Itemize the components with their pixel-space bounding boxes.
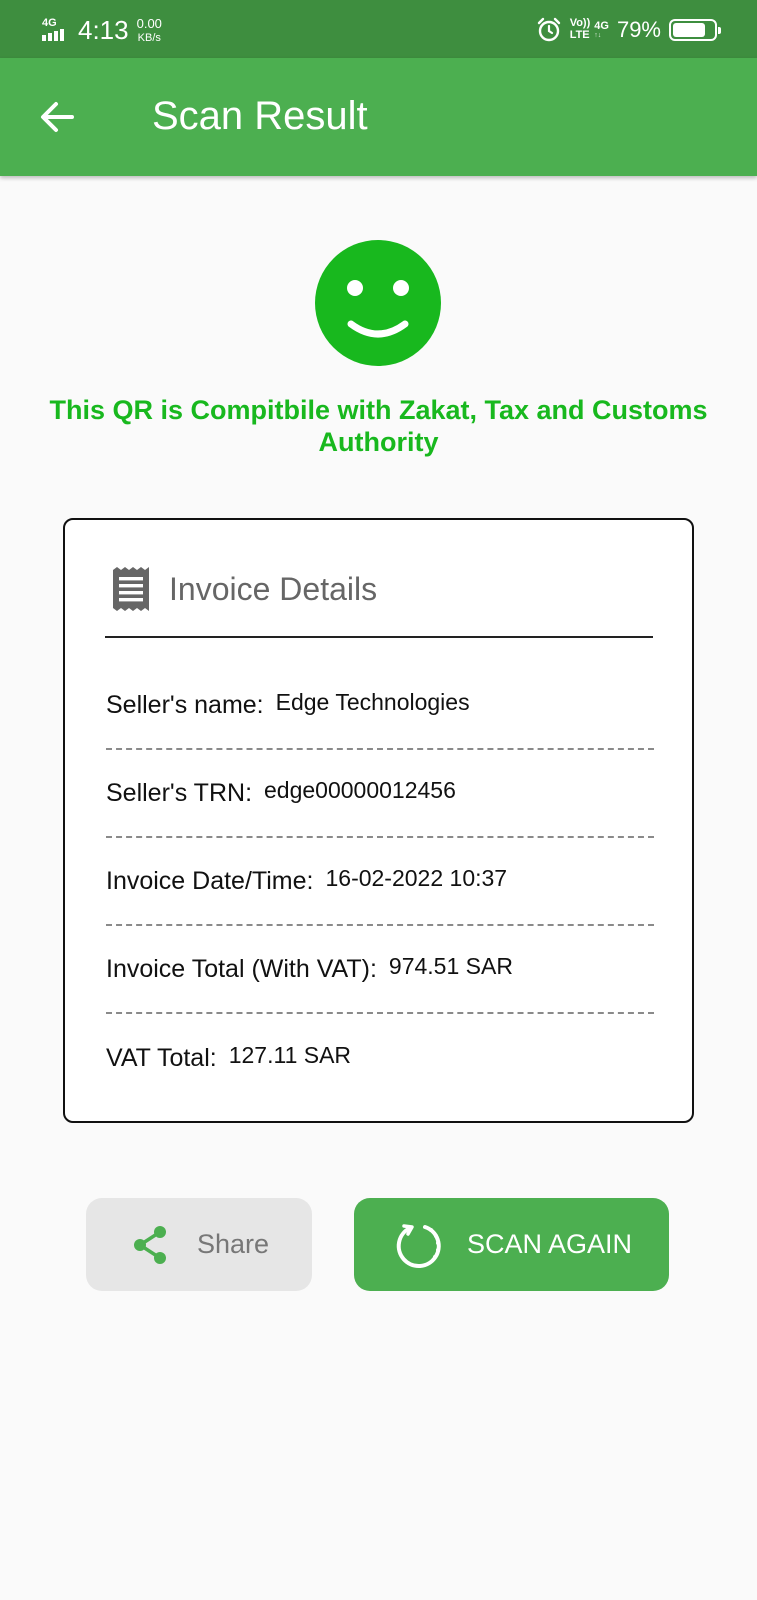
receipt-icon [113,567,149,611]
row-label: Seller's name: [106,690,264,719]
network2-label: 4G [594,20,609,32]
row-value: edge00000012456 [264,776,456,803]
battery-fill [673,23,705,37]
scan-again-button[interactable]: SCAN AGAIN [354,1198,669,1291]
share-icon [133,1225,166,1264]
arrow-left-icon [41,102,74,132]
invoice-row-total-with-vat: Invoice Total (With VAT): 974.51 SAR [106,926,654,1014]
app-bar: Scan Result [0,58,757,176]
invoice-title: Invoice Details [169,570,378,607]
speed-unit: KB/s [137,31,161,44]
row-label: Seller's TRN: [106,778,253,807]
compatibility-message: This QR is Compitbile with Zakat, Tax an… [49,395,708,457]
row-value: Edge Technologies [275,688,470,715]
status-right: Vo)) LTE 4G ↑↓ 79% [536,14,721,46]
smiley-icon [315,240,441,366]
row-label: Invoice Date/Time: [106,866,314,895]
network-type-2: 4G ↑↓ [594,20,609,40]
row-label: VAT Total: [106,1043,217,1072]
row-value: 16-02-2022 10:37 [325,864,508,891]
status-left: 4G 4:13 0.00 KB/s [40,12,162,48]
status-bar: 4G 4:13 0.00 KB/s Vo)) LTE 4G ↑↓ 79% [0,0,757,58]
share-button[interactable]: Share [86,1198,312,1291]
page-title: Scan Result [152,94,368,138]
network-type: 4G [42,17,57,29]
speed-value: 0.00 [136,15,162,31]
battery-icon [669,19,721,41]
refresh-icon [396,1223,441,1268]
status-time: 4:13 [78,14,129,45]
battery-percent: 79% [616,17,661,42]
row-value: 127.11 SAR [228,1041,352,1068]
signal-icon: 4G [40,15,72,45]
header-divider [105,636,653,638]
row-label: Invoice Total (With VAT): [106,954,377,983]
invoice-card: Invoice Details Seller's name: Edge Tech… [63,518,694,1123]
invoice-row-seller-trn: Seller's TRN: edge00000012456 [106,750,654,838]
invoice-row-seller-name: Seller's name: Edge Technologies [106,662,654,750]
invoice-row-vat-total: VAT Total: 127.11 SAR [106,1014,654,1102]
row-value: 974.51 SAR [388,952,513,979]
invoice-header: Invoice Details [111,566,377,612]
volte-bottom: LTE [569,29,590,41]
scan-again-label: SCAN AGAIN [466,1229,633,1259]
invoice-row-date-time: Invoice Date/Time: 16-02-2022 10:37 [106,838,654,926]
back-button[interactable] [36,96,78,138]
share-label: Share [196,1229,270,1259]
volte-indicator: Vo)) LTE [570,18,591,41]
network-speed: 0.00 KB/s [137,17,162,44]
alarm-icon [537,17,560,42]
